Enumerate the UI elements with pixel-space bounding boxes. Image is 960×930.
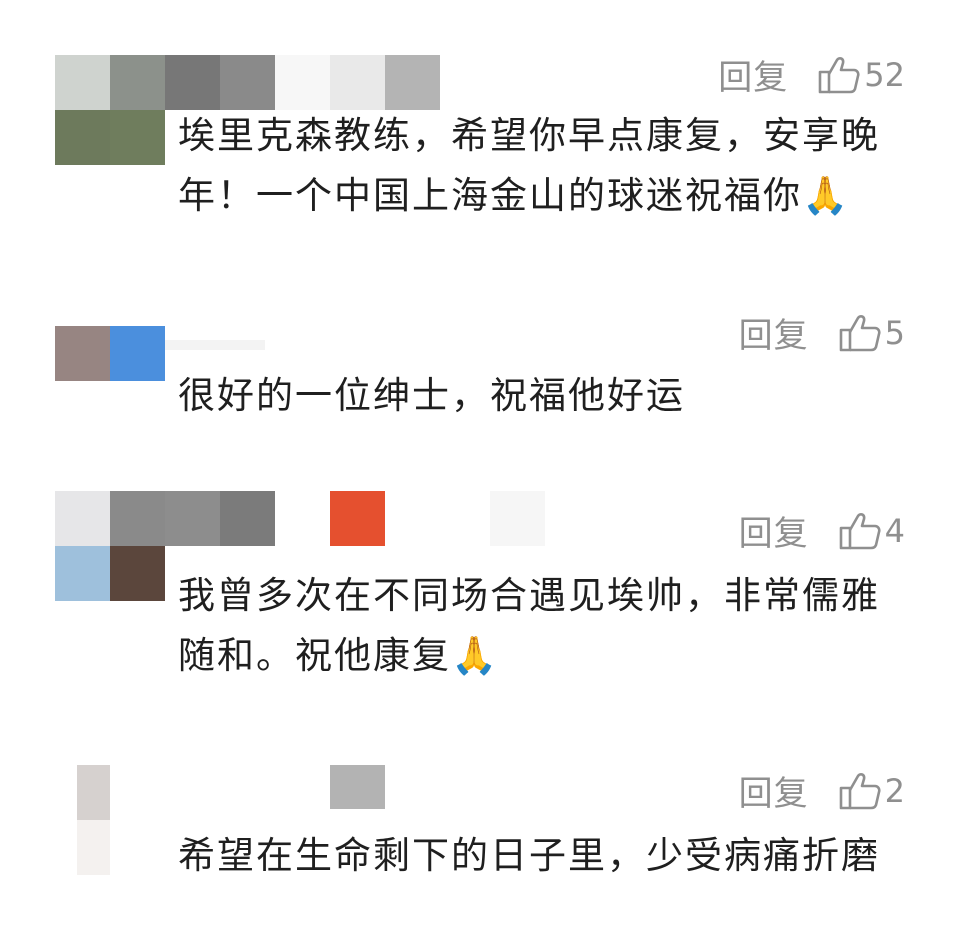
praying-hands-emoji: 🙏 <box>802 174 851 217</box>
like-button[interactable]: 5 <box>839 313 905 353</box>
like-button[interactable]: 52 <box>818 55 905 95</box>
comment-text: 很好的一位绅士，祝福他好运 <box>178 374 685 417</box>
thumbs-up-icon <box>839 772 881 809</box>
praying-hands-emoji: 🙏 <box>451 634 500 677</box>
thumbs-up-icon <box>818 56 860 93</box>
like-count: 5 <box>884 313 905 352</box>
comment-text: 埃里克森教练，希望你早点康复，安享晚年！一个中国上海金山的球迷祝福你🙏 <box>178 114 880 217</box>
thumbs-up-icon <box>839 512 881 549</box>
comment-actions: 回复 52 <box>718 50 905 99</box>
like-count: 4 <box>884 511 905 550</box>
like-button[interactable]: 4 <box>839 511 905 551</box>
reply-button[interactable]: 回复 <box>739 506 809 555</box>
comment-text: 希望在生命剩下的日子里，少受病痛折磨 <box>178 834 880 877</box>
thumbs-up-icon <box>839 314 881 351</box>
like-button[interactable]: 2 <box>839 771 905 811</box>
reply-button[interactable]: 回复 <box>718 50 788 99</box>
reply-button[interactable]: 回复 <box>739 308 809 357</box>
like-count: 52 <box>864 55 905 94</box>
comment-actions: 回复 2 <box>739 766 905 815</box>
comment-text: 我曾多次在不同场合遇见埃帅，非常儒雅随和。祝他康复🙏 <box>178 574 880 677</box>
comment-actions: 回复 4 <box>739 506 905 555</box>
comment-actions: 回复 5 <box>739 308 905 357</box>
like-count: 2 <box>884 771 905 810</box>
reply-button[interactable]: 回复 <box>739 766 809 815</box>
